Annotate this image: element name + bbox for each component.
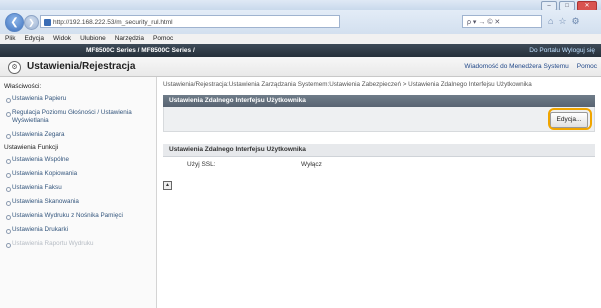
ssl-label: Użyj SSL:	[187, 161, 216, 168]
header-links: Wiadomość do Menedżera Systemu Pomoc	[464, 63, 597, 70]
settings-header: Ustawienia Zdalnego Interfejsu Użytkowni…	[163, 144, 595, 157]
ssl-value: Wyłącz	[301, 161, 322, 168]
forward-button[interactable]: ❯	[24, 15, 39, 30]
message-to-admin-link[interactable]: Wiadomość do Menedżera Systemu	[464, 63, 568, 70]
app-header: ⚙ Ustawienia/Rejestracja Wiadomość do Me…	[0, 57, 601, 77]
sidebar-item-fax[interactable]: Ustawienia Faksu	[0, 181, 156, 195]
sidebar-item-report[interactable]: Ustawienia Raportu Wydruku	[0, 237, 156, 251]
sidebar-item-printer[interactable]: Ustawienia Drukarki	[0, 223, 156, 237]
breadcrumb: Ustawienia/Rejestracja:Ustawienia Zarząd…	[163, 81, 532, 88]
sidebar-item-copy[interactable]: Ustawienia Kopiowania	[0, 167, 156, 181]
menu-tools[interactable]: Narzędzia	[115, 34, 144, 44]
device-linkbar: MF8500C Series / MF8500C Series / Do Por…	[0, 44, 601, 57]
sidebar: Właściwości: Ustawienia Papieru Regulacj…	[0, 77, 157, 308]
portal-logout-links[interactable]: Do Portalu Wyloguj się	[529, 44, 595, 57]
sidebar-item-volume-display[interactable]: Regulacja Poziomu Głośności / Ustawienia…	[0, 106, 156, 128]
sidebar-item-memory-print[interactable]: Ustawienia Wydruku z Nośnika Pamięci	[0, 209, 156, 223]
url-text: http://192.168.222.53/m_security_rul.htm…	[53, 19, 173, 26]
sidebar-item-clock[interactable]: Ustawienia Zegara	[0, 128, 156, 142]
menu-edit[interactable]: Edycja	[24, 34, 44, 44]
back-button[interactable]: ❮	[5, 13, 24, 32]
favorites-star-icon[interactable]: ☆	[558, 16, 566, 27]
sidebar-item-paper[interactable]: Ustawienia Papieru	[0, 92, 156, 106]
url-input[interactable]: http://192.168.222.53/m_security_rul.htm…	[40, 15, 340, 28]
section-title: Ustawienia Zdalnego Interfejsu Użytkowni…	[163, 95, 595, 107]
menu-view[interactable]: Widok	[53, 34, 71, 44]
browser-titlebar: ‒ □ ✕	[0, 0, 601, 11]
page-top-icon[interactable]: ▲	[163, 181, 172, 190]
sidebar-item-common[interactable]: Ustawienia Wspólne	[0, 153, 156, 167]
home-icon[interactable]: ⌂	[548, 16, 553, 27]
sidebar-group-functions: Ustawienia Funkcji	[4, 144, 59, 151]
main-content: Ustawienia/Rejestracja:Ustawienia Zarząd…	[163, 81, 595, 308]
browser-address-area: ❮ ❯ http://192.168.222.53/m_security_rul…	[0, 10, 601, 34]
sidebar-item-scan[interactable]: Ustawienia Skanowania	[0, 195, 156, 209]
toolbar-icons: ⌂ ☆ ⚙	[548, 16, 580, 27]
page-title: Ustawienia/Rejestracja	[27, 61, 136, 72]
settings-row-ssl: Użyj SSL: Wyłącz	[163, 157, 595, 173]
edit-button-highlight	[548, 108, 592, 130]
address-controls[interactable]: ρ ▾ → © ✕	[462, 15, 542, 28]
sidebar-group-properties: Właściwości:	[4, 83, 42, 90]
settings-gear-icon[interactable]: ⚙	[572, 16, 580, 27]
menu-help[interactable]: Pomoc	[153, 34, 173, 44]
device-title: MF8500C Series / MF8500C Series /	[86, 47, 195, 54]
favicon-icon	[44, 19, 51, 26]
action-row: Edycja...	[163, 107, 595, 132]
help-link[interactable]: Pomoc	[577, 63, 597, 70]
settings-icon: ⚙	[8, 61, 21, 74]
browser-menubar: Plik Edycja Widok Ulubione Narzędzia Pom…	[0, 34, 601, 44]
menu-favorites[interactable]: Ulubione	[80, 34, 106, 44]
menu-file[interactable]: Plik	[5, 34, 15, 44]
